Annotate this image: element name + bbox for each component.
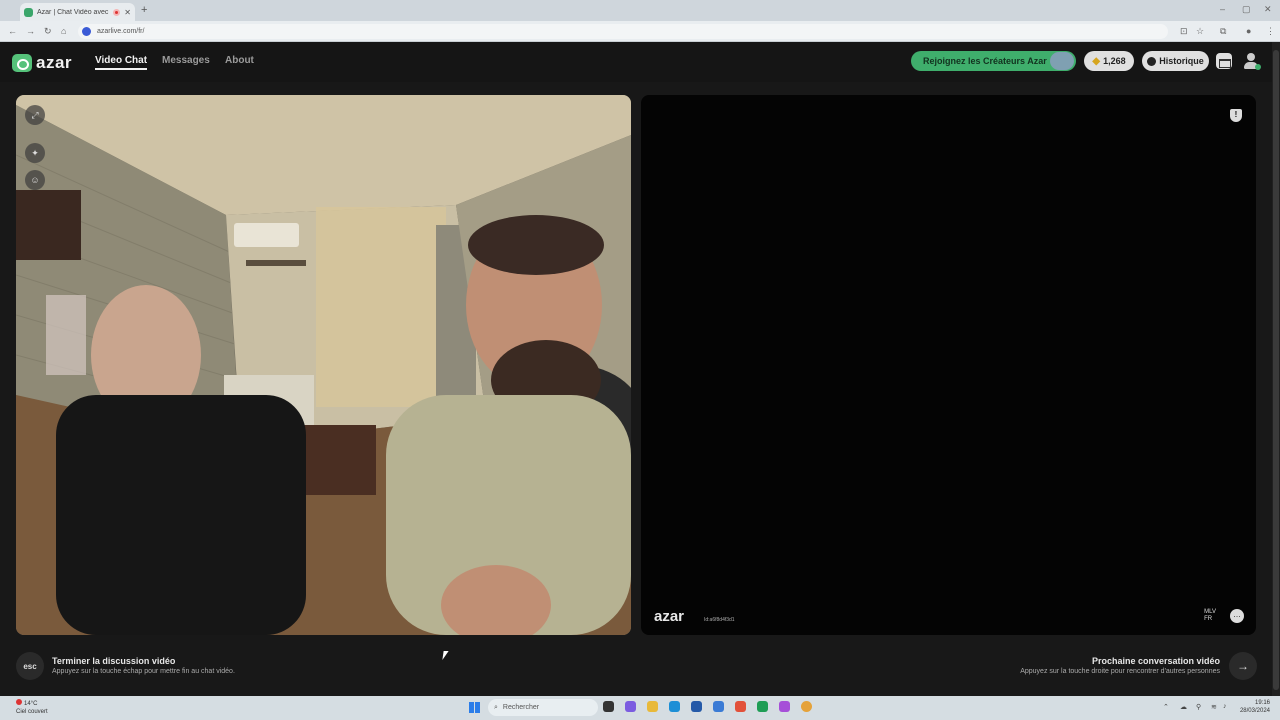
search-icon: ⌕	[494, 703, 498, 711]
azar-favicon	[24, 7, 33, 17]
gem-icon: ◆	[1092, 55, 1101, 67]
profile-icon[interactable]: ●	[1246, 26, 1251, 36]
store-icon[interactable]	[691, 701, 702, 712]
onedrive-icon[interactable]: ☁	[1180, 703, 1187, 711]
page-scrollbar[interactable]	[1272, 42, 1280, 696]
mic-icon[interactable]: ⚲	[1196, 703, 1201, 711]
browser-tab-bar: Azar | Chat Vidéo avec de ... ✕ + – ▢ ✕	[0, 0, 1280, 21]
face-filter-icon[interactable]: ☺	[25, 170, 45, 190]
task-view-icon[interactable]	[603, 701, 614, 712]
weather-widget[interactable]: 14°C Ciel couvert	[16, 699, 48, 716]
wifi-icon[interactable]: ≋	[1211, 703, 1217, 711]
address-bar[interactable]: azarlive.com/fr/	[78, 24, 1168, 39]
azar-logo[interactable]: azar	[12, 53, 72, 73]
os-taskbar: 14°C Ciel couvert ⌕ Rechercher ⌃ ☁ ⚲ ≋ ♪…	[0, 696, 1280, 720]
user-avatar[interactable]	[1242, 52, 1261, 70]
clock-icon	[1147, 56, 1157, 66]
new-tab-button[interactable]: +	[141, 4, 147, 16]
bookmark-star-icon[interactable]: ☆	[1196, 26, 1204, 37]
end-call-description: Appuyez sur la touche échap pour mettre …	[52, 668, 235, 675]
nav-messages[interactable]: Messages	[162, 55, 210, 66]
creator-avatar	[1050, 52, 1074, 70]
url-text: azarlive.com/fr/	[97, 28, 145, 35]
taskbar-search[interactable]: ⌕ Rechercher	[488, 699, 598, 716]
end-call-esc-button[interactable]: esc	[16, 652, 44, 680]
azar-watermark: azar	[654, 608, 685, 625]
history-button[interactable]: Historique	[1142, 51, 1209, 71]
mouse-cursor	[442, 651, 449, 660]
partner-name: MLV	[1204, 609, 1216, 615]
gem-balance-button[interactable]: ◆ 1,268	[1084, 51, 1134, 71]
clock[interactable]: 19:16 28/03/2024	[1240, 699, 1270, 715]
partner-video: ! azar Id:a6f8d4f3d1 MLV FR …	[641, 95, 1256, 635]
copilot-icon[interactable]	[625, 701, 636, 712]
forward-icon[interactable]: →	[26, 26, 35, 36]
app-icon[interactable]	[757, 701, 768, 712]
vscode-icon[interactable]	[713, 701, 724, 712]
home-icon[interactable]: ⌂	[61, 26, 66, 36]
chrome-icon[interactable]	[801, 701, 812, 712]
browser-tab[interactable]: Azar | Chat Vidéo avec de ... ✕	[20, 3, 135, 21]
site-info-icon[interactable]	[82, 27, 91, 36]
tab-title: Azar | Chat Vidéo avec de ...	[37, 8, 109, 16]
end-call-title: Terminer la discussion vidéo	[52, 656, 176, 666]
chat-bubble-icon[interactable]: …	[1230, 609, 1244, 623]
close-window-button[interactable]: ✕	[1264, 4, 1272, 15]
weather-icon	[16, 699, 22, 705]
self-video: ⤢ ✦ ☺	[16, 95, 631, 635]
obs-icon[interactable]	[779, 701, 790, 712]
edge-icon[interactable]	[669, 701, 680, 712]
next-conversation-title: Prochaine conversation vidéo	[1091, 656, 1220, 666]
volume-icon[interactable]: ♪	[1223, 703, 1227, 710]
next-conversation-description: Appuyez sur la touche droite pour rencon…	[1020, 668, 1220, 675]
tab-close-icon[interactable]: ✕	[124, 8, 131, 17]
partner-info: MLV FR	[1204, 609, 1216, 623]
watermark-id: Id:a6f8d4f3d1	[704, 617, 735, 623]
back-icon[interactable]: ←	[8, 26, 17, 36]
brave-icon[interactable]	[735, 701, 746, 712]
install-icon[interactable]: ⊡	[1180, 26, 1188, 37]
nav-video-chat[interactable]: Video Chat	[95, 55, 148, 70]
online-status-dot	[1255, 64, 1261, 70]
browser-toolbar: ← → ↻ ⌂ azarlive.com/fr/ ⊡ ☆ ⧉ ● ⋮	[0, 21, 1280, 42]
windows-start-icon[interactable]	[469, 702, 480, 713]
menu-icon[interactable]: ⋮	[1266, 26, 1275, 37]
partner-country: FR	[1204, 616, 1213, 622]
next-arrow-button[interactable]: →	[1229, 652, 1257, 680]
camera-frame	[16, 95, 631, 635]
tray-chevron-icon[interactable]: ⌃	[1163, 703, 1169, 711]
shop-icon[interactable]	[1216, 53, 1232, 69]
maximize-button[interactable]: ▢	[1242, 4, 1251, 15]
report-shield-icon[interactable]: !	[1230, 109, 1242, 122]
extensions-icon[interactable]: ⧉	[1220, 26, 1226, 37]
minimize-button[interactable]: –	[1220, 4, 1225, 14]
recording-icon	[113, 8, 121, 16]
file-explorer-icon[interactable]	[647, 701, 658, 712]
expand-icon[interactable]: ⤢	[25, 105, 45, 125]
magic-wand-icon[interactable]: ✦	[25, 143, 45, 163]
nav-about[interactable]: About	[225, 55, 254, 66]
reload-icon[interactable]: ↻	[44, 26, 52, 37]
join-creators-button[interactable]: Rejoignez les Créateurs Azar	[911, 51, 1076, 71]
azar-logo-icon	[12, 54, 32, 72]
